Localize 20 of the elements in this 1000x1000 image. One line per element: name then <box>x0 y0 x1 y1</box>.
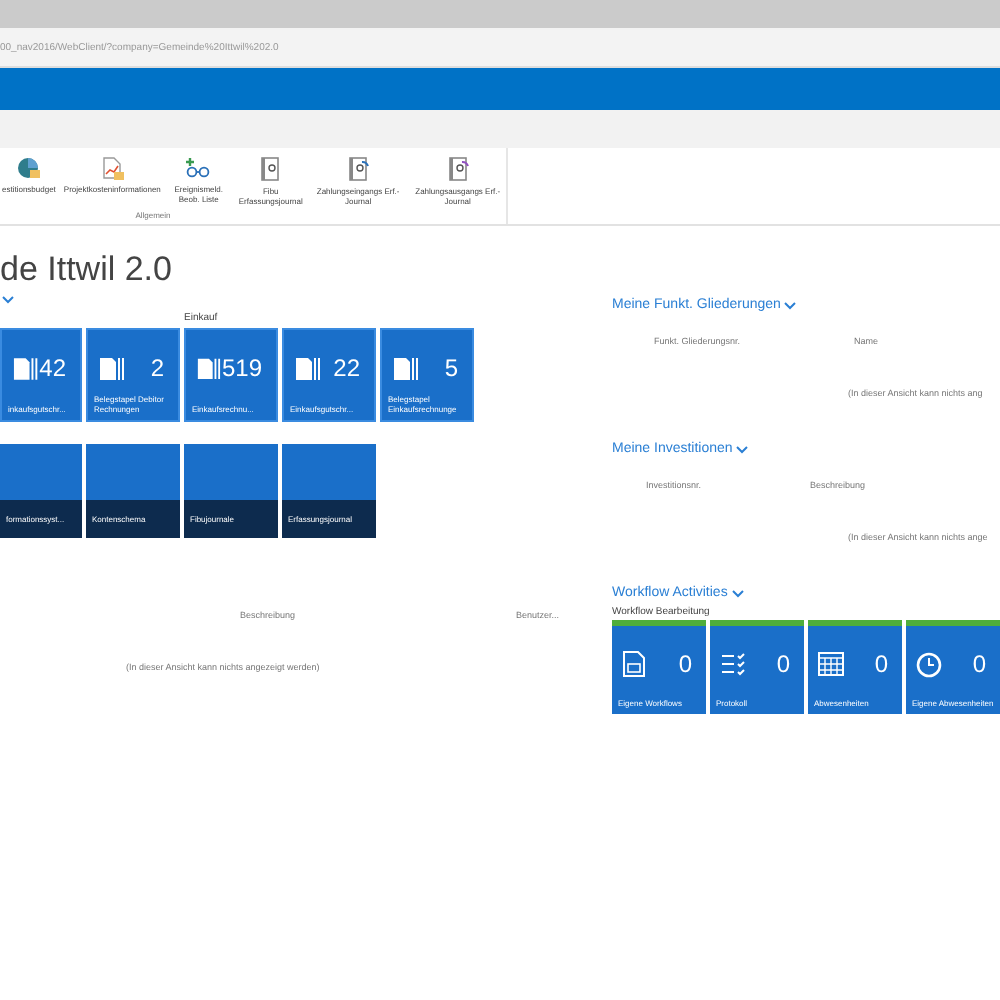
chevron-down-icon[interactable] <box>736 445 749 453</box>
page-title: de Ittwil 2.0 <box>0 250 174 290</box>
document-stack-icon <box>392 354 420 382</box>
chevron-down-icon[interactable] <box>731 589 744 597</box>
chart-document-icon <box>100 156 125 180</box>
calendar-icon <box>818 652 844 676</box>
journal-icon <box>445 156 470 182</box>
glasses-icon <box>184 156 213 180</box>
document-stack-icon <box>12 354 40 382</box>
document-icon <box>622 650 646 678</box>
journal-icon <box>346 156 371 182</box>
chevron-down-icon[interactable] <box>784 301 797 309</box>
pie-chart-icon <box>16 156 41 180</box>
document-stack-icon <box>196 354 222 382</box>
chevron-down-icon[interactable] <box>2 296 14 304</box>
document-stack-icon <box>294 354 322 382</box>
clock-icon <box>916 651 942 677</box>
checklist-icon <box>720 652 748 676</box>
document-stack-icon <box>98 354 126 382</box>
journal-icon <box>258 156 283 182</box>
